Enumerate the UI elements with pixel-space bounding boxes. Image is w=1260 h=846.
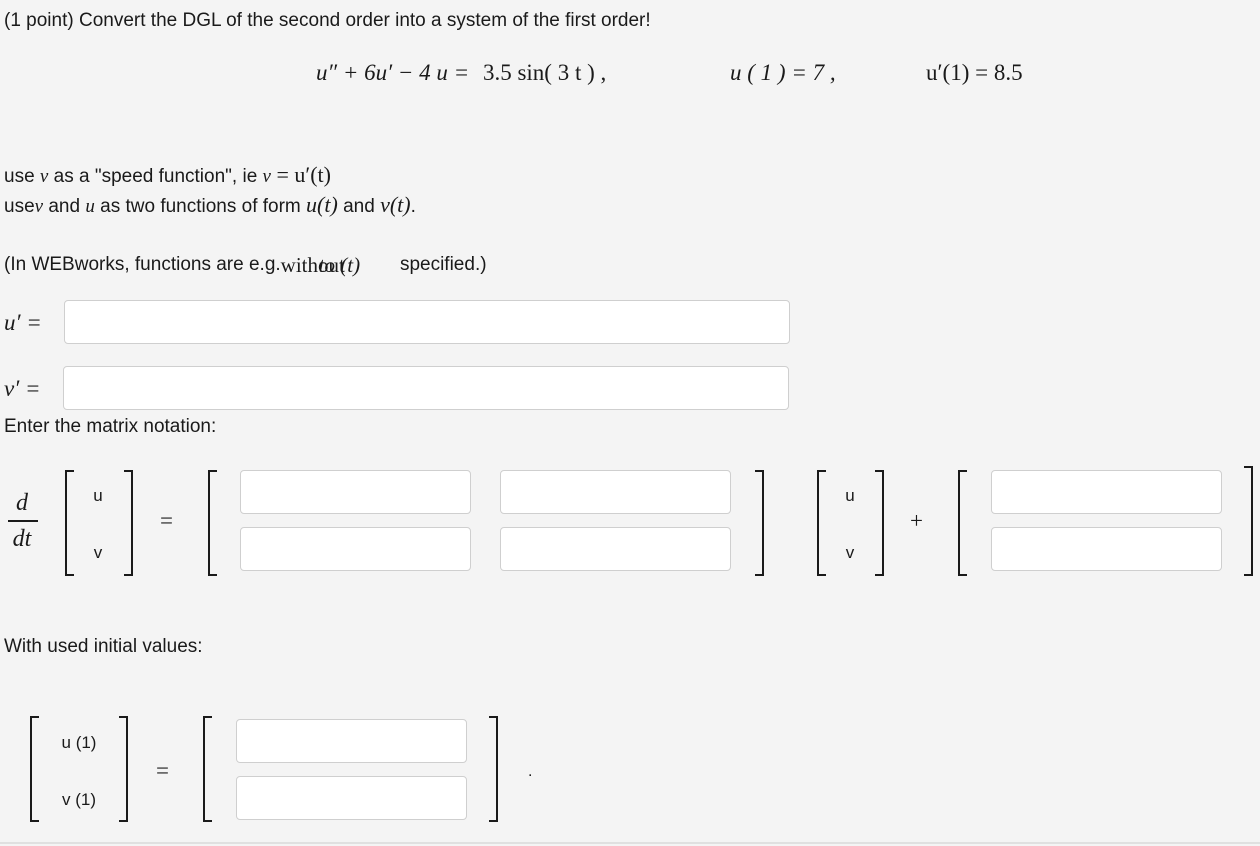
right-bracket: [489, 716, 498, 822]
v-of-t: v(t): [380, 192, 411, 217]
note-suffix: specified.): [394, 254, 487, 275]
instr2-and: and: [43, 196, 86, 217]
vector-b1-input[interactable]: [991, 470, 1222, 514]
v-prime-label: v′ =: [4, 376, 41, 401]
initial-u-input[interactable]: [236, 719, 467, 763]
period: .: [528, 763, 533, 780]
right-bracket: [1244, 466, 1253, 576]
right-bracket: [875, 470, 884, 576]
ode-equation: u″ + 6u′ − 4 u = 3.5 sin( 3 t ) ,: [316, 60, 606, 86]
ode-lhs: u″ + 6u′ − 4 u =: [316, 60, 470, 85]
initial-v-input[interactable]: [236, 776, 467, 820]
vector-b2-input[interactable]: [991, 527, 1222, 571]
ode-rhs: 3.5 sin( 3 t ) ,: [482, 60, 607, 85]
left-bracket: [30, 716, 39, 822]
var-v: v: [262, 166, 271, 187]
left-bracket: [65, 470, 74, 576]
vector-u-label: u: [93, 486, 103, 505]
left-bracket: [203, 716, 212, 822]
right-bracket: [124, 470, 133, 576]
matrix-a12-input[interactable]: [500, 470, 731, 514]
initial-values-heading: With used initial values:: [4, 636, 203, 657]
instruction-speed-function: use v as a "speed function", ie v = u′(t…: [4, 163, 331, 189]
matrix-a22-input[interactable]: [500, 527, 731, 571]
instr2-middle: as two functions of form: [94, 196, 307, 217]
instr2-prefix: use: [4, 196, 35, 217]
initial-condition-u: u ( 1 ) = 7 ,: [730, 60, 836, 85]
instr2-and: and: [337, 196, 381, 217]
var-u: u: [85, 196, 95, 217]
matrix-a21-input[interactable]: [240, 527, 471, 571]
initial-v1-label: v (1): [62, 790, 96, 809]
problem-header: (1 point) Convert the DGL of the second …: [4, 10, 651, 31]
initial-condition-uprime: u′(1) = 8.5: [926, 60, 1023, 85]
left-bracket: [958, 470, 967, 576]
equals-sign: =: [160, 508, 173, 533]
vector-u-label: u: [845, 486, 855, 505]
v-prime-input[interactable]: [63, 366, 789, 410]
u-prime-label: u′ =: [4, 310, 42, 335]
left-bracket: [208, 470, 217, 576]
derivative-denominator: dt: [12, 526, 32, 552]
u-prime-input[interactable]: [64, 300, 790, 344]
note-overlap: without to (t): [281, 253, 395, 277]
equals-sign: =: [156, 758, 169, 783]
fraction-bar: [8, 520, 38, 522]
matrix-heading: Enter the matrix notation:: [4, 416, 217, 437]
instruction-two-functions: usev and u as two functions of form u(t)…: [4, 193, 416, 219]
matrix-a11-input[interactable]: [240, 470, 471, 514]
bottom-divider: [0, 842, 1260, 844]
webworks-note: (In WEBworks, functions are e.g. without t…: [4, 253, 487, 277]
vector-v-label: v: [93, 543, 103, 562]
instr1-middle: as a "speed function", ie: [48, 166, 263, 187]
right-bracket: [755, 470, 764, 576]
initial-u1-label: u (1): [61, 733, 97, 752]
note-to-t: to (t): [318, 253, 361, 277]
var-v: v: [34, 196, 44, 217]
instr2-period: .: [410, 196, 416, 217]
derivative-numerator: d: [16, 490, 28, 516]
plus-sign: +: [910, 508, 923, 533]
instr1-expression: = u′(t): [270, 162, 331, 187]
u-of-t: u(t): [306, 192, 338, 217]
instr1-prefix: use: [4, 166, 40, 187]
note-prefix: (In WEBworks, functions are e.g.: [4, 254, 281, 275]
right-bracket: [119, 716, 128, 822]
vector-v-label: v: [845, 543, 855, 562]
left-bracket: [817, 470, 826, 576]
